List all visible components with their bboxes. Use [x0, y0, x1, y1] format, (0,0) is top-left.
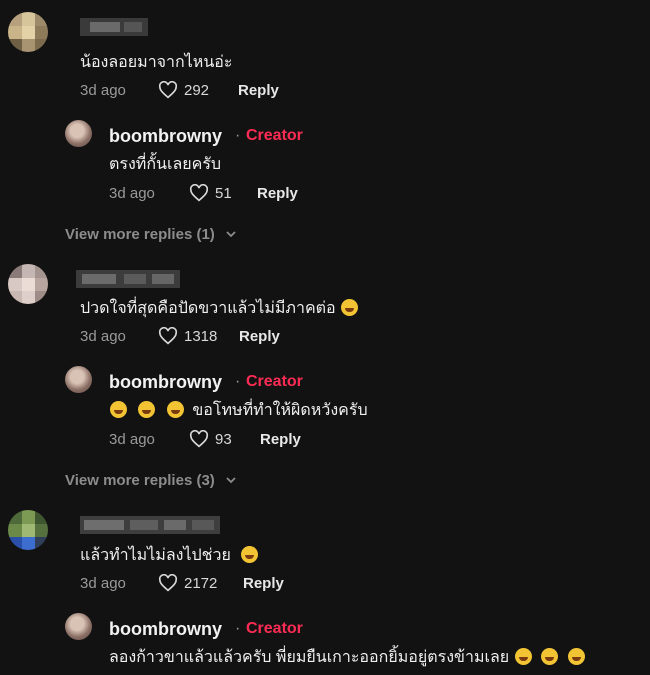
reply-timestamp: 3d ago	[109, 431, 155, 448]
reply-text: ตรงที่กั้นเลยครับ	[109, 156, 222, 173]
view-more-label: View more replies (3)	[65, 472, 215, 489]
comment-timestamp: 3d ago	[80, 82, 126, 99]
commenter-avatar[interactable]	[8, 510, 48, 550]
creator-badge: Creator	[246, 127, 303, 144]
like-count: 1318	[184, 328, 218, 345]
view-more-replies-button[interactable]: View more replies (1)	[65, 226, 237, 243]
chevron-down-icon	[226, 477, 236, 484]
commenter-username-blurred[interactable]	[76, 270, 180, 288]
grinning-squinting-face-emoji	[514, 648, 532, 665]
reply-button[interactable]: Reply	[243, 575, 284, 592]
reply-text-content: ขอโทษที่ทำให้ผิดหวังครับ	[192, 402, 368, 419]
reply-like-count: 93	[215, 431, 232, 448]
reply-text: ลองก้าวขาแล้วแล้วครับ พี่ยมยืนเกาะออกยิ้…	[109, 645, 586, 670]
reply-text: ขอโทษที่ทำให้ผิดหวังครับ	[109, 398, 368, 423]
comment-text: น้องลอยมาจากไหนอ่ะ	[80, 54, 233, 71]
creator-avatar[interactable]	[65, 366, 92, 393]
creator-badge: Creator	[246, 373, 303, 390]
view-more-replies-button[interactable]: View more replies (3)	[65, 472, 237, 489]
commenter-avatar[interactable]	[8, 264, 48, 304]
grinning-squinting-face-emoji	[341, 299, 359, 316]
creator-avatar[interactable]	[65, 120, 92, 147]
heart-outline-icon[interactable]	[189, 430, 209, 448]
creator-username[interactable]: boombrowny	[109, 372, 222, 393]
creator-username[interactable]: boombrowny	[109, 126, 222, 147]
comment-text: ปวดใจที่สุดคือปัดขวาแล้วไม่มีภาคต่อ	[80, 296, 359, 321]
reply-like-count: 51	[215, 185, 232, 202]
comment-text-content: แล้วทำไมไม่ลงไปช่วย	[80, 547, 231, 564]
grinning-squinting-face-emoji	[138, 401, 156, 418]
heart-outline-icon[interactable]	[158, 81, 178, 99]
like-count: 292	[184, 82, 210, 99]
chevron-down-icon	[226, 231, 236, 238]
heart-outline-icon[interactable]	[158, 327, 178, 345]
comment-timestamp: 3d ago	[80, 328, 126, 345]
commenter-username-blurred[interactable]	[80, 18, 148, 36]
commenter-avatar[interactable]	[8, 12, 48, 52]
heart-outline-icon[interactable]	[189, 184, 209, 202]
view-more-label: View more replies (1)	[65, 226, 215, 243]
commenter-username-blurred[interactable]	[80, 516, 220, 534]
like-count: 2172	[184, 575, 218, 592]
creator-avatar[interactable]	[65, 613, 92, 640]
creator-badge: Creator	[246, 620, 303, 637]
reply-button[interactable]: Reply	[239, 328, 280, 345]
grinning-squinting-face-emoji	[241, 546, 259, 563]
reply-button[interactable]: Reply	[257, 185, 298, 202]
heart-outline-icon[interactable]	[158, 574, 178, 592]
grinning-squinting-face-emoji	[541, 648, 559, 665]
grinning-squinting-face-emoji	[567, 648, 585, 665]
separator-dot: ·	[235, 620, 241, 637]
reply-timestamp: 3d ago	[109, 185, 155, 202]
comment-timestamp: 3d ago	[80, 575, 126, 592]
reply-text-content: ลองก้าวขาแล้วแล้วครับ พี่ยมยืนเกาะออกยิ้…	[109, 649, 510, 666]
reply-button[interactable]: Reply	[238, 82, 279, 99]
creator-username[interactable]: boombrowny	[109, 619, 222, 640]
separator-dot: ·	[235, 373, 241, 390]
grinning-squinting-face-emoji	[110, 401, 127, 418]
comment-text: แล้วทำไมไม่ลงไปช่วย	[80, 543, 259, 568]
grinning-squinting-face-emoji	[166, 401, 184, 418]
comment-text-content: ปวดใจที่สุดคือปัดขวาแล้วไม่มีภาคต่อ	[80, 300, 336, 317]
reply-button[interactable]: Reply	[260, 431, 301, 448]
separator-dot: ·	[235, 127, 241, 144]
